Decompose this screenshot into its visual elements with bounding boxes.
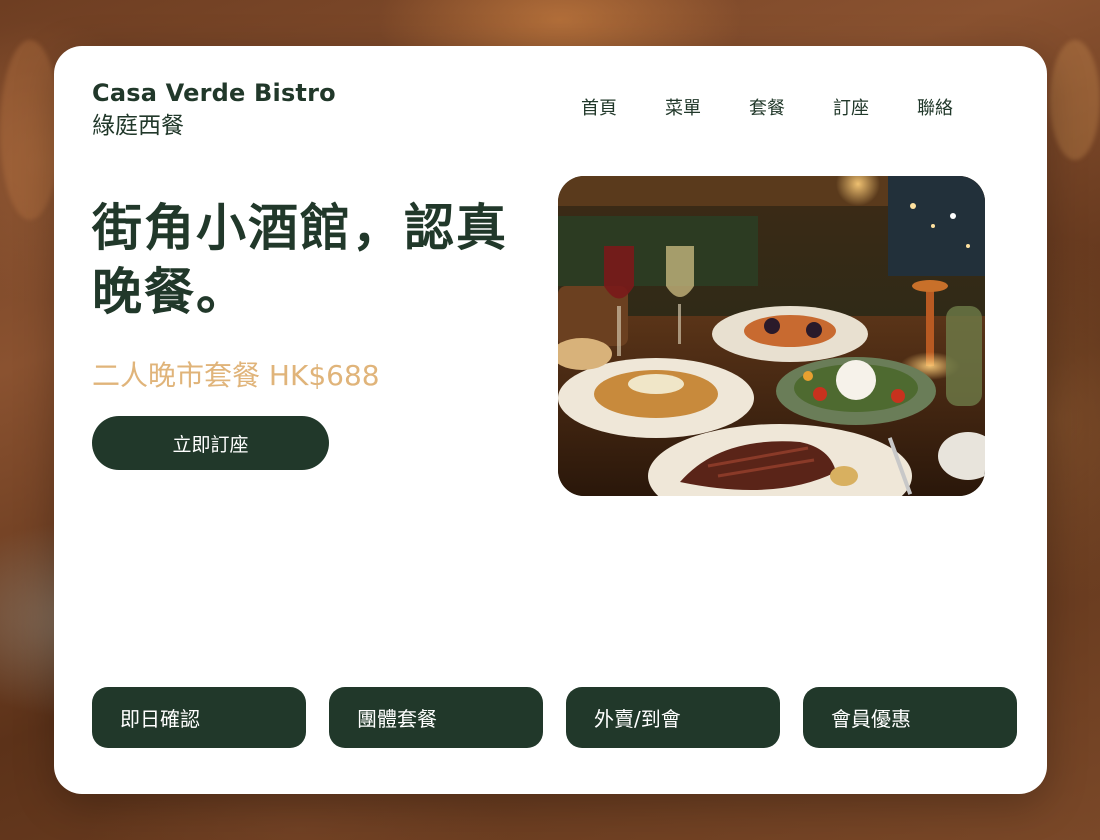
nav-item-home[interactable]: 首頁 xyxy=(581,94,665,120)
brand-name-en: Casa Verde Bistro xyxy=(92,79,336,107)
nav-item-sets[interactable]: 套餐 xyxy=(749,94,833,120)
main-card: Casa Verde Bistro 綠庭西餐 首頁 菜單 套餐 訂座 聯絡 街角… xyxy=(54,46,1047,794)
feature-buttons: 即日確認 團體套餐 外賣/到會 會員優惠 xyxy=(92,687,1017,748)
book-now-button[interactable]: 立即訂座 xyxy=(92,416,329,470)
brand-name-zh: 綠庭西餐 xyxy=(92,113,184,139)
feature-group-sets-button[interactable]: 團體套餐 xyxy=(329,687,543,748)
feature-member-offers-button[interactable]: 會員優惠 xyxy=(803,687,1017,748)
feature-takeaway-catering-button[interactable]: 外賣/到會 xyxy=(566,687,780,748)
nav-item-booking[interactable]: 訂座 xyxy=(833,94,917,120)
restaurant-dinner-photo xyxy=(558,176,985,496)
nav-item-menu[interactable]: 菜單 xyxy=(665,94,749,120)
feature-same-day-confirm-button[interactable]: 即日確認 xyxy=(92,687,306,748)
nav-item-contact[interactable]: 聯絡 xyxy=(917,94,1001,120)
hero-offer: 二人晚市套餐 HK$688 xyxy=(92,359,380,392)
top-nav: 首頁 菜單 套餐 訂座 聯絡 xyxy=(581,94,1001,120)
hero-headline: 街角小酒館，認真晚餐。 xyxy=(92,199,508,321)
